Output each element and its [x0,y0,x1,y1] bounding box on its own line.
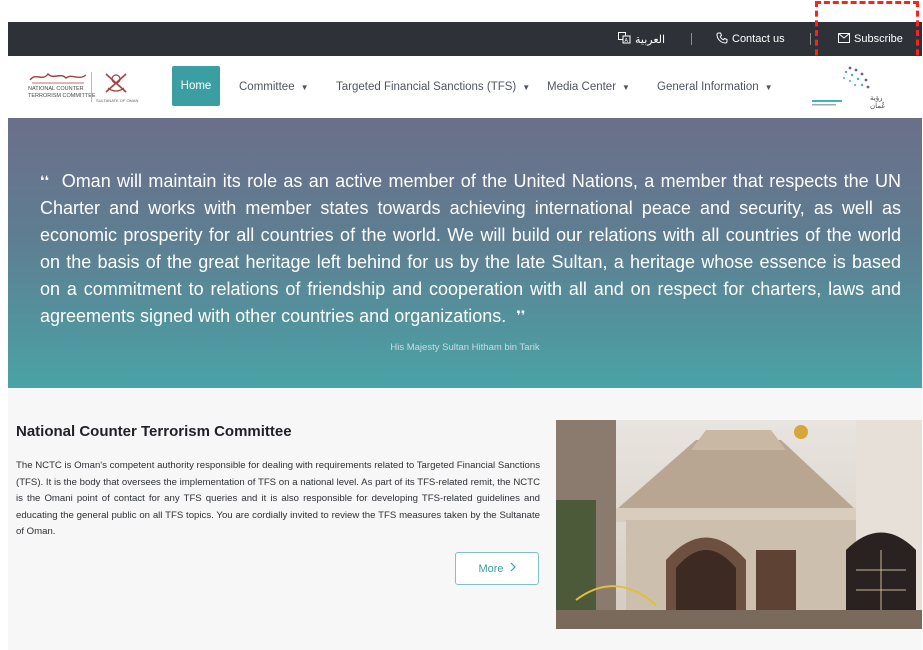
separator [810,33,811,45]
svg-text:A: A [625,38,629,44]
chevron-right-icon [510,562,516,575]
more-label: More [478,562,504,575]
separator [691,33,692,45]
about-section: National Counter Terrorism Committee The… [8,388,922,650]
hero-quote-text: Oman will maintain its role as an active… [40,171,901,326]
oman-emblem-icon [98,70,134,94]
nav-tfs[interactable]: Targeted Financial Sanctions (TFS) ▼ [336,78,530,96]
language-label: العربية [635,33,666,46]
caret-down-icon: ▼ [300,82,309,92]
oman-vision-logo[interactable]: رؤية عُمان [810,62,898,112]
contact-label: Contact us [732,33,785,45]
contact-us-link[interactable]: Contact us [716,22,785,56]
nav-committee[interactable]: Committee ▼ [239,78,309,96]
translate-icon: A [618,31,631,47]
main-navbar: NATIONAL COUNTER TERRORISM COMMITTEE SUL… [8,56,922,118]
logo-text-line1: NATIONAL COUNTER [28,86,84,92]
nav-tfs-label: Targeted Financial Sanctions (TFS) [336,81,517,93]
caret-down-icon: ▼ [764,82,773,92]
logo-text-line2: TERRORISM COMMITTEE [28,93,96,99]
phone-icon [716,32,728,47]
logo-divider [91,72,92,102]
nav-general-information[interactable]: General Information ▼ [657,78,773,96]
section-title: National Counter Terrorism Committee [16,423,292,440]
logo-arabic-mark [28,70,88,84]
nav-committee-label: Committee [239,81,295,93]
hero-quote-banner: ❛❛ Oman will maintain its role as an act… [8,118,922,388]
caret-down-icon: ▼ [622,82,630,92]
nav-home[interactable]: Home [172,66,220,106]
more-button[interactable]: More [455,552,539,585]
caret-down-icon: ▼ [522,82,531,92]
open-quote-icon: ❛❛ [40,174,50,189]
logo-ministry-text: SULTANATE OF OMAN [96,98,139,103]
section-description: The NCTC is Oman's competent authority r… [16,460,540,537]
hero-quote: ❛❛ Oman will maintain its role as an act… [40,168,901,330]
hero-attribution: His Majesty Sultan Hitham bin Tarik [390,342,540,353]
vision-text: رؤية عُمان [870,95,886,110]
nav-media-center[interactable]: Media Center ▼ [547,78,630,96]
language-switch-link[interactable]: A العربية [618,22,665,56]
nav-media-label: Media Center [547,81,617,93]
nav-general-label: General Information [657,81,759,93]
nctc-logo[interactable]: NATIONAL COUNTER TERRORISM COMMITTEE SUL… [28,70,138,106]
building-photo [556,420,922,629]
close-quote-icon: ❜❜ [516,309,526,324]
top-utility-bar: A العربية Contact us Subscribe [8,22,922,56]
